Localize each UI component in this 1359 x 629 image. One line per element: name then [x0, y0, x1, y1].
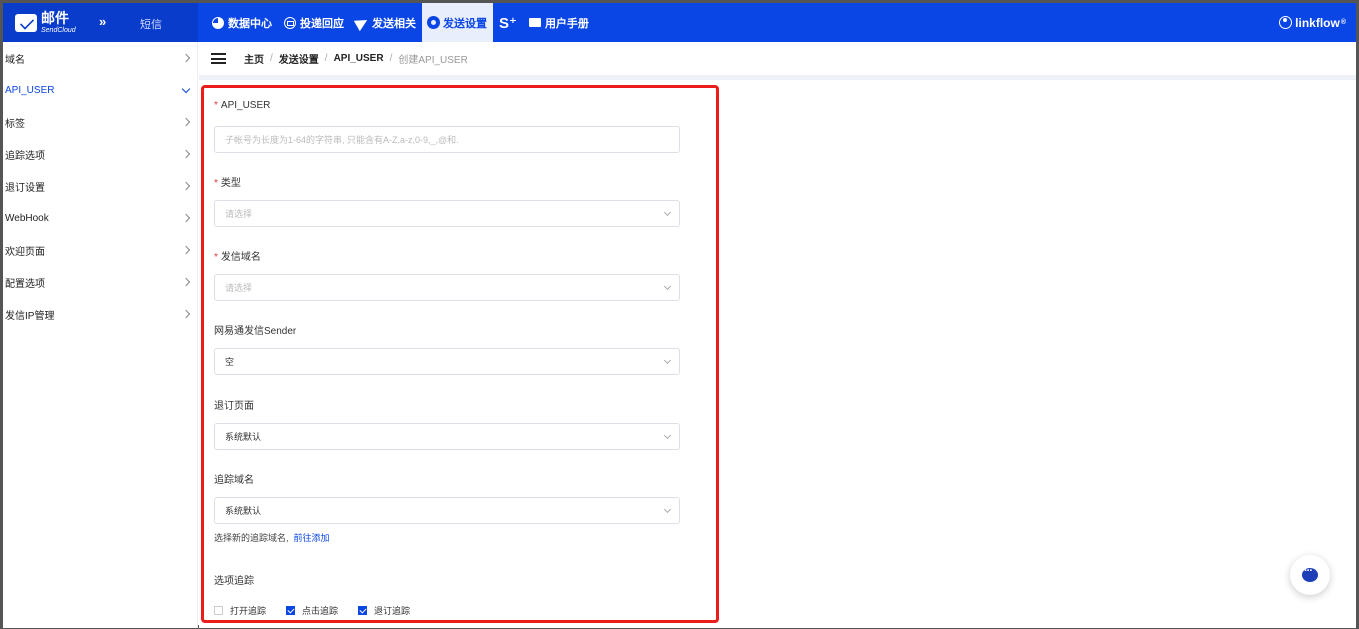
unsubscribe-page-label: 退订页面 [214, 401, 254, 412]
pie-chart-icon [212, 16, 224, 29]
sms-link[interactable]: 短信 [140, 16, 162, 32]
sender-label: 网易通发信Sender [214, 326, 297, 337]
chevron-right-icon [181, 309, 191, 319]
nav-user-manual[interactable]: 用户手册 [523, 3, 595, 42]
sidebar-item-unsubscribe[interactable]: 退订设置 [3, 170, 197, 202]
api-user-input[interactable]: 子帐号为长度为1-64的字符串, 只能含有A-Z,a-z,0-9,_,@和. [214, 126, 680, 153]
registered-badge: ® [1340, 19, 1346, 26]
user-menu[interactable]: linkflow ® [1279, 3, 1356, 42]
breadcrumb-send-settings[interactable]: 发送设置 [279, 51, 319, 66]
tracking-domain-select[interactable]: 系统默认 [214, 497, 680, 524]
tracking-checkbox-group: 打开追踪 点击追踪 退订追踪 [214, 604, 430, 617]
type-label: 类型 [220, 178, 241, 189]
folder-icon [528, 18, 541, 27]
chevron-right-icon [181, 117, 191, 127]
chevron-down-icon [663, 356, 672, 365]
gear-icon [428, 17, 439, 28]
chevron-right-icon [181, 277, 191, 287]
app-window: 邮件 SendCloud » 短信 数据中心 投递回应 发送相关 发送设置 S⁺… [0, 0, 1359, 629]
username: linkflow [1295, 15, 1340, 30]
nav-send-related[interactable]: 发送相关 [350, 3, 422, 42]
tracking-domain-hint: 选择新的追踪域名, 前往添加 [214, 533, 330, 543]
breadcrumb-current: 创建API_USER [398, 55, 468, 66]
mail-response-icon [284, 16, 296, 29]
create-api-user-form: * API_USER 子帐号为长度为1-64的字符串, 只能含有A-Z,a-z,0… [201, 85, 719, 623]
sender-select[interactable]: 空 [214, 348, 680, 375]
sidebar-item-ip-management[interactable]: 发信IP管理 [3, 298, 197, 330]
sidebar-item-welcome-page[interactable]: 欢迎页面 [3, 234, 197, 266]
double-chevron-right-icon[interactable]: » [99, 14, 106, 29]
nav-data-center[interactable]: 数据中心 [206, 3, 278, 42]
s-plus-icon: S⁺ [499, 14, 517, 32]
unsubscribe-page-field: 退订页面 系统默认 [214, 397, 684, 450]
chat-bubble-icon [1302, 565, 1318, 582]
api-user-field: * API_USER 子帐号为长度为1-64的字符串, 只能含有A-Z,a-z,0… [214, 100, 684, 153]
chat-support-button[interactable] [1290, 555, 1330, 595]
sidebar-item-tracking[interactable]: 追踪选项 [3, 138, 197, 170]
chevron-down-icon [663, 282, 672, 291]
chevron-down-icon [181, 84, 191, 93]
sidebar-item-domain[interactable]: 域名 [3, 42, 197, 74]
chevron-right-icon [181, 213, 191, 223]
chevron-right-icon [181, 149, 191, 159]
breadcrumb: 主页 / 发送设置 / API_USER / 创建API_USER [199, 42, 1356, 80]
sender-field: 网易通发信Sender 空 [214, 322, 684, 375]
breadcrumb-home[interactable]: 主页 [244, 51, 264, 66]
api-user-label: API_USER [220, 100, 271, 111]
nav-delivery-response[interactable]: 投递回应 [278, 3, 350, 42]
tracking-domain-label: 追踪域名 [214, 475, 254, 486]
click-tracking-checkbox[interactable]: 点击追踪 [286, 604, 338, 617]
unsubscribe-tracking-checkbox[interactable]: 退订追踪 [358, 604, 410, 617]
tracking-domain-field: 追踪域名 系统默认 [214, 471, 684, 524]
tracking-options-field: 选项追踪 [214, 572, 684, 587]
breadcrumb-api-user[interactable]: API_USER [334, 53, 384, 64]
mail-logo-icon [15, 13, 37, 32]
main-nav: 数据中心 投递回应 发送相关 发送设置 S⁺ 用户手册 [198, 3, 595, 42]
brand-name: 邮件 [41, 10, 69, 26]
type-select[interactable]: 请选择 [214, 200, 680, 227]
nav-send-settings[interactable]: 发送设置 [422, 3, 493, 42]
domain-select[interactable]: 请选择 [214, 274, 680, 301]
open-tracking-checkbox[interactable]: 打开追踪 [214, 604, 266, 617]
brand-area[interactable]: 邮件 SendCloud » 短信 [3, 3, 198, 42]
chevron-right-icon [181, 181, 191, 191]
chevron-right-icon [181, 245, 191, 255]
nav-s-plus[interactable]: S⁺ [493, 3, 523, 42]
unsubscribe-page-select[interactable]: 系统默认 [214, 423, 680, 450]
hamburger-menu-icon[interactable] [211, 53, 226, 64]
domain-label: 发信域名 [220, 252, 261, 263]
sidebar-item-webhook[interactable]: WebHook [3, 202, 197, 234]
chevron-right-icon [181, 53, 191, 63]
chevron-down-icon [663, 208, 672, 217]
tracking-options-label: 选项追踪 [214, 576, 254, 587]
sidebar: 域名 API_USER 标签 追踪选项 退订设置 WebHook 欢迎页面 配置… [3, 42, 198, 628]
sidebar-item-tags[interactable]: 标签 [3, 106, 197, 138]
chevron-down-icon [663, 431, 672, 440]
add-tracking-domain-link[interactable]: 前往添加 [294, 533, 330, 543]
chevron-down-icon [663, 505, 672, 514]
type-field: * 类型 请选择 [214, 174, 684, 227]
paper-plane-icon [353, 14, 371, 31]
top-navbar: 邮件 SendCloud » 短信 数据中心 投递回应 发送相关 发送设置 S⁺… [3, 3, 1356, 42]
user-avatar-icon [1279, 16, 1293, 29]
sidebar-item-config[interactable]: 配置选项 [3, 266, 197, 298]
brand-subtitle: SendCloud [41, 27, 76, 34]
sidebar-item-api-user[interactable]: API_USER [3, 74, 197, 106]
domain-field: * 发信域名 请选择 [214, 248, 684, 301]
